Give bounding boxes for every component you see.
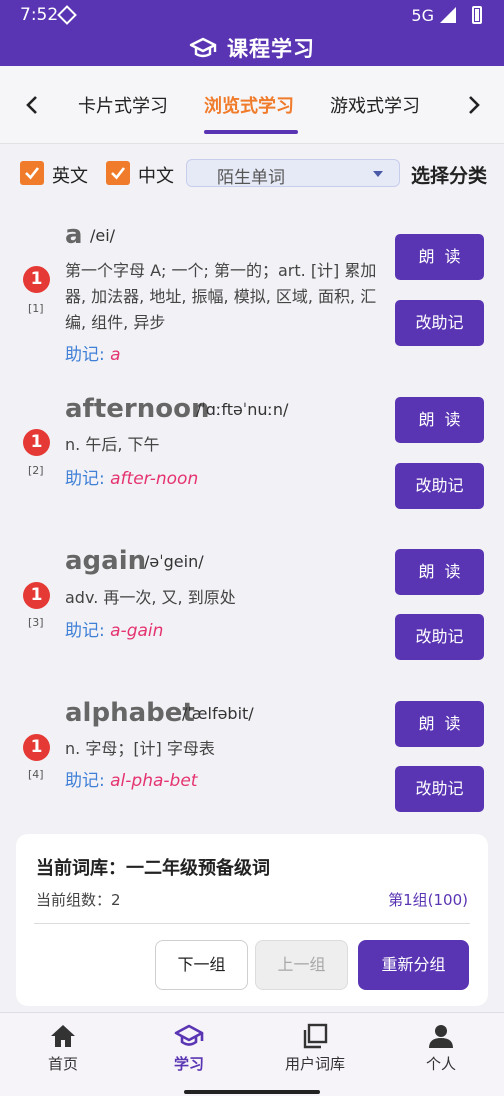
signal-icon: [440, 7, 456, 23]
mnemonic-value: a: [110, 345, 121, 365]
word-phonetic: /əˈgein/: [144, 552, 204, 571]
word-item: alphabet /ˈælfəbit/ 1 [4] n. 字母；[计] 字母表 …: [0, 698, 504, 812]
chinese-label: 中文: [138, 166, 174, 187]
word-definition: adv. 再一次, 又, 到原处: [65, 588, 236, 607]
word-phonetic: /ei/: [90, 226, 116, 245]
home-icon: [51, 1025, 75, 1047]
word-mnemonic: 助记: al-pha-bet: [65, 766, 197, 791]
read-button[interactable]: 朗读: [395, 397, 484, 443]
mnemonic-label: 助记:: [65, 621, 105, 641]
check-icon: [25, 167, 40, 180]
check-icon: [111, 167, 126, 180]
edit-mnemonic-button[interactable]: 改助记: [395, 766, 484, 812]
group-count: 当前组数：2: [36, 891, 121, 909]
current-library-title: 当前词库：一二年级预备级词: [36, 858, 270, 879]
word-mnemonic: 助记: after-noon: [65, 464, 198, 489]
word-text: again: [65, 546, 147, 576]
english-label: 英文: [52, 166, 88, 187]
edit-mnemonic-button[interactable]: 改助记: [395, 614, 484, 660]
mnemonic-label: 助记:: [65, 771, 105, 791]
filter-row: 英文 中文 陌生单词 选择分类: [0, 150, 504, 196]
tab-browse-study[interactable]: 浏览式学习: [204, 92, 294, 118]
nav-study-label: 学习: [173, 1055, 204, 1073]
tab-game-study[interactable]: 游戏式学习: [330, 92, 420, 118]
word-item: a /ei/ 1 [1] 第一个字母 A; 一个; 第一的；art. [计] 累…: [0, 214, 504, 374]
word-index: [1]: [28, 302, 44, 315]
battery-icon: [472, 6, 482, 24]
read-button[interactable]: 朗读: [395, 701, 484, 747]
word-item: afternoon /ˈɑːftəˈnuːn/ 1 [2] n. 午后, 下午 …: [0, 394, 504, 509]
nav-user-library-label: 用户词库: [284, 1055, 345, 1073]
count-badge: 1: [23, 582, 50, 609]
word-mnemonic: 助记: a: [65, 340, 121, 365]
nav-user-library[interactable]: 用户词库: [252, 1023, 378, 1074]
word-text: a: [65, 220, 83, 250]
mnemonic-label: 助记:: [65, 345, 105, 365]
word-text: alphabet: [65, 698, 195, 728]
word-definition: n. 午后, 下午: [65, 435, 160, 454]
nav-home[interactable]: 首页: [0, 1023, 126, 1074]
person-icon: [429, 1025, 453, 1048]
english-checkbox[interactable]: [20, 161, 44, 185]
tab-card-study[interactable]: 卡片式学习: [78, 92, 168, 118]
word-mnemonic: 助记: a-gain: [65, 616, 163, 641]
word-phonetic: /ˈɑːftəˈnuːn/: [196, 400, 289, 419]
chevron-left-icon[interactable]: [22, 94, 44, 116]
mnemonic-value: after-noon: [110, 469, 199, 489]
previous-group-button[interactable]: 上一组: [255, 940, 348, 990]
mnemonic-value: a-gain: [110, 621, 164, 641]
read-button[interactable]: 朗读: [395, 234, 484, 280]
network-type: 5G: [411, 6, 434, 25]
app-bar: 课程学习: [0, 30, 504, 66]
page-title: 课程学习: [227, 37, 315, 61]
word-text: afternoon: [65, 394, 210, 424]
regroup-button[interactable]: 重新分组: [358, 940, 469, 990]
count-badge: 1: [23, 734, 50, 761]
word-item: again /əˈgein/ 1 [3] adv. 再一次, 又, 到原处 助记…: [0, 546, 504, 660]
select-category-button[interactable]: 选择分类: [411, 161, 487, 188]
word-type-dropdown[interactable]: 陌生单词: [186, 159, 400, 188]
nav-study[interactable]: 学习: [126, 1023, 252, 1074]
status-bar: 7:52 5G: [0, 0, 504, 30]
study-mode-tabs: 卡片式学习 浏览式学习 游戏式学习: [0, 66, 504, 144]
nav-profile[interactable]: 个人: [378, 1023, 504, 1074]
notification-icon: [57, 5, 77, 25]
word-index: [2]: [28, 464, 44, 477]
word-index: [4]: [28, 768, 44, 781]
current-group-info: 第1组(100): [388, 891, 468, 909]
next-group-button[interactable]: 下一组: [155, 940, 248, 990]
word-phonetic: /ˈælfəbit/: [182, 704, 254, 723]
edit-mnemonic-button[interactable]: 改助记: [395, 300, 484, 346]
active-tab-indicator: [204, 130, 298, 134]
group-panel: 当前词库：一二年级预备级词 当前组数：2 第1组(100) 下一组 上一组 重新…: [16, 834, 488, 1006]
status-time: 7:52: [20, 5, 59, 25]
dropdown-value: 陌生单词: [217, 168, 285, 188]
word-index: [3]: [28, 616, 44, 629]
nav-profile-label: 个人: [425, 1055, 456, 1073]
home-indicator: [184, 1090, 320, 1094]
word-definition: n. 字母；[计] 字母表: [65, 739, 215, 758]
chinese-checkbox[interactable]: [106, 161, 130, 185]
nav-home-label: 首页: [47, 1055, 78, 1073]
read-button[interactable]: 朗读: [395, 549, 484, 595]
count-badge: 1: [23, 429, 50, 456]
divider: [34, 923, 470, 924]
graduation-cap-icon: [174, 1024, 204, 1046]
mnemonic-value: al-pha-bet: [110, 771, 198, 791]
dropdown-arrow-icon: [373, 171, 383, 177]
edit-mnemonic-button[interactable]: 改助记: [395, 463, 484, 509]
graduation-cap-icon: [189, 37, 217, 58]
chevron-right-icon[interactable]: [462, 94, 484, 116]
word-definition: 第一个字母 A; 一个; 第一的；art. [计] 累加器, 加法器, 地址, …: [65, 261, 377, 332]
library-icon: [303, 1023, 328, 1049]
count-badge: 1: [23, 266, 50, 293]
bottom-navigation: 首页 学习 用户词库 个人: [0, 1012, 504, 1096]
mnemonic-label: 助记:: [65, 469, 105, 489]
